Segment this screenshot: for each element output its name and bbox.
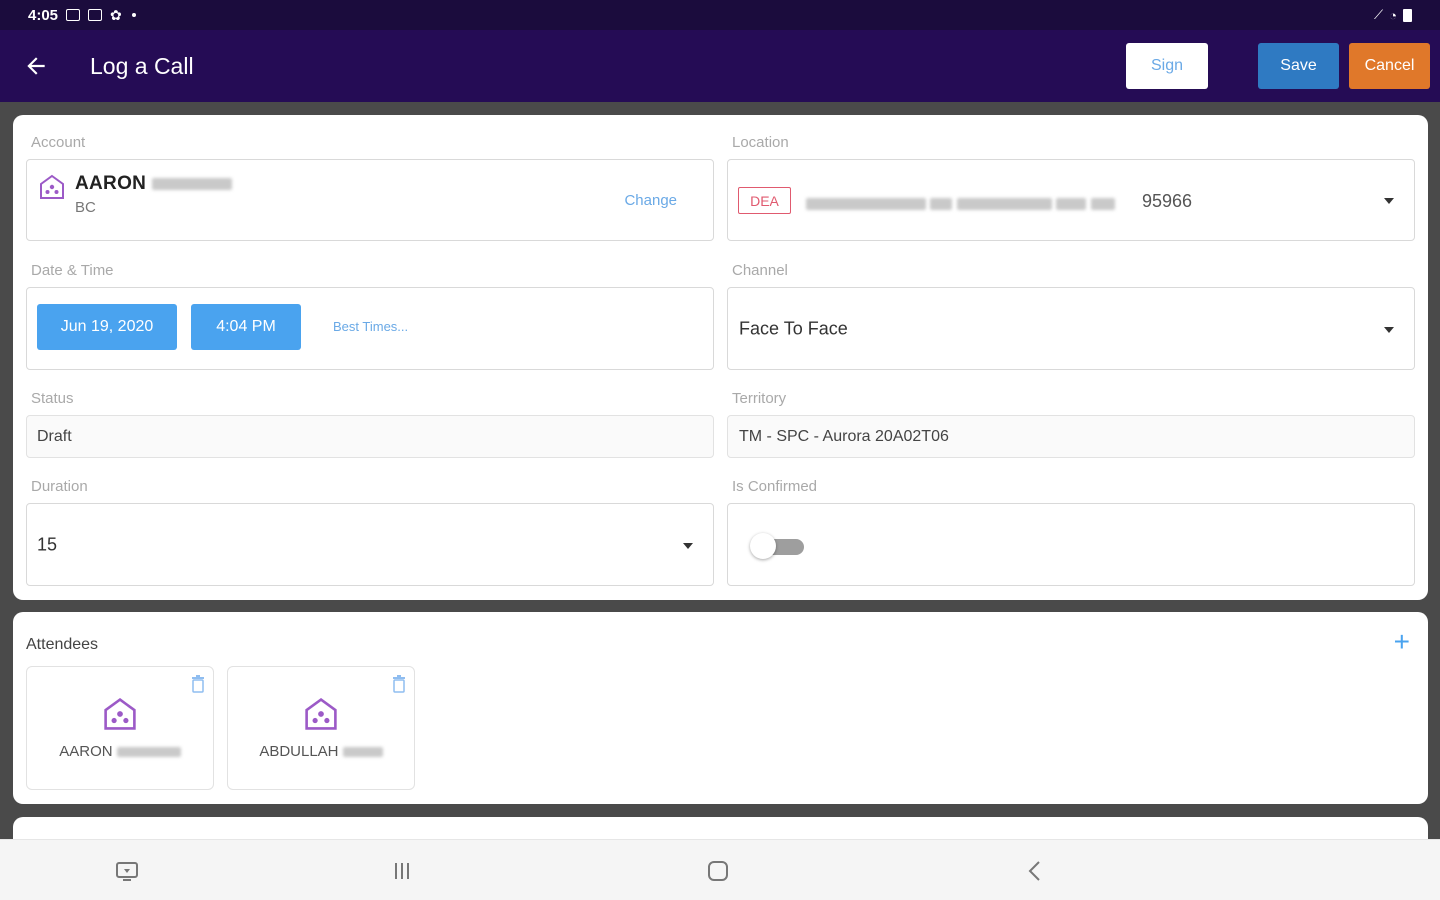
battery-icon bbox=[1403, 8, 1412, 22]
status-value: Draft bbox=[37, 427, 72, 445]
territory-field: TM - SPC - Aurora 20A02T06 bbox=[727, 415, 1415, 458]
home-icon[interactable] bbox=[688, 840, 748, 900]
attendees-title: Attendees bbox=[26, 636, 99, 653]
toggle-knob[interactable] bbox=[750, 533, 776, 559]
location-label: Location bbox=[732, 134, 789, 151]
save-button[interactable]: Save bbox=[1258, 43, 1339, 89]
back-arrow-icon[interactable] bbox=[0, 30, 72, 102]
channel-value: Face To Face bbox=[739, 318, 848, 338]
signal-icon: ◔ bbox=[1389, 7, 1397, 23]
screenshot-icon[interactable] bbox=[97, 840, 157, 900]
back-icon[interactable] bbox=[1005, 840, 1065, 900]
trash-icon[interactable] bbox=[392, 675, 406, 693]
recent-apps-icon[interactable] bbox=[372, 840, 432, 900]
system-nav-bar bbox=[0, 839, 1440, 900]
dea-badge: DEA bbox=[738, 187, 791, 214]
status-label: Status bbox=[31, 390, 74, 407]
chevron-down-icon bbox=[1384, 326, 1394, 333]
plus-icon[interactable]: + bbox=[1394, 628, 1410, 656]
call-details-card: Account AARON BC Change Location DEA 959… bbox=[13, 115, 1428, 600]
chevron-down-icon bbox=[1384, 198, 1394, 204]
cancel-button[interactable]: Cancel bbox=[1349, 43, 1430, 89]
time-button[interactable]: 4:04 PM bbox=[191, 304, 301, 350]
attendee-name: AARON bbox=[27, 743, 213, 760]
more-notifications-icon bbox=[131, 13, 136, 17]
status-time: 4:05 bbox=[28, 6, 59, 24]
attendee-card[interactable]: ABDULLAH bbox=[227, 666, 415, 790]
account-field[interactable]: AARON BC Change bbox=[26, 159, 714, 241]
chevron-down-icon bbox=[683, 542, 693, 549]
settings-icon: ✿ bbox=[110, 6, 122, 23]
account-icon bbox=[104, 697, 136, 730]
best-times-link[interactable]: Best Times... bbox=[333, 319, 408, 334]
gallery-icon bbox=[88, 9, 103, 21]
notification-icon bbox=[66, 9, 81, 21]
trash-icon[interactable] bbox=[191, 675, 205, 693]
duration-label: Duration bbox=[31, 478, 88, 495]
page-title: Log a Call bbox=[90, 52, 194, 79]
account-name: AARON bbox=[75, 173, 232, 195]
attendee-name: ABDULLAH bbox=[228, 743, 414, 760]
app-bar: Log a Call Sign Save Cancel bbox=[0, 30, 1440, 102]
account-icon bbox=[40, 174, 64, 199]
account-subtitle: BC bbox=[75, 199, 96, 216]
account-label: Account bbox=[31, 134, 86, 151]
status-bar: 4:05 ✿ ⟋ ◔ bbox=[0, 0, 1440, 30]
channel-select[interactable]: Face To Face bbox=[727, 287, 1415, 370]
sign-button[interactable]: Sign bbox=[1126, 43, 1208, 89]
territory-label: Territory bbox=[732, 390, 787, 407]
status-field: Draft bbox=[26, 415, 714, 458]
is-confirmed-field bbox=[727, 503, 1415, 586]
wifi-icon: ⟋ bbox=[1374, 7, 1384, 22]
datetime-field: Jun 19, 2020 4:04 PM Best Times... bbox=[26, 287, 714, 370]
attendee-card[interactable]: AARON bbox=[26, 666, 214, 790]
datetime-label: Date & Time bbox=[31, 262, 114, 279]
account-icon bbox=[305, 697, 337, 730]
territory-value: TM - SPC - Aurora 20A02T06 bbox=[739, 427, 949, 445]
duration-value: 15 bbox=[37, 534, 58, 554]
location-select[interactable]: DEA 95966 bbox=[727, 159, 1415, 241]
duration-select[interactable]: 15 bbox=[26, 503, 714, 586]
change-account-link[interactable]: Change bbox=[624, 192, 677, 209]
is-confirmed-label: Is Confirmed bbox=[732, 478, 818, 495]
location-address bbox=[806, 195, 1115, 213]
date-button[interactable]: Jun 19, 2020 bbox=[37, 304, 177, 350]
attendees-card: Attendees + AARON ABDULLAH bbox=[13, 612, 1428, 804]
channel-label: Channel bbox=[732, 262, 788, 279]
location-zip: 95966 bbox=[1142, 191, 1193, 211]
